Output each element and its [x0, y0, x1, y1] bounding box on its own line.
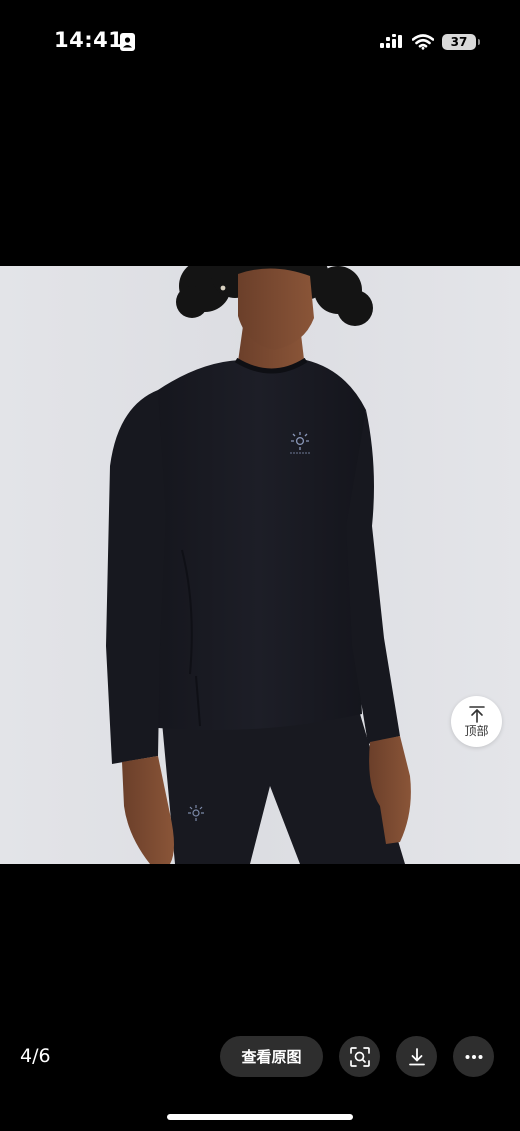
- image-search-icon: [349, 1046, 370, 1067]
- page-counter: 4/6: [20, 1045, 51, 1067]
- product-photo[interactable]: [0, 266, 520, 864]
- person-card-icon: [120, 33, 135, 51]
- download-button[interactable]: [396, 1036, 437, 1077]
- arrow-up-to-top-icon: [468, 706, 485, 723]
- download-icon: [408, 1047, 425, 1065]
- wifi-icon: [412, 34, 434, 50]
- status-bar: 14:41 37: [0, 0, 520, 84]
- product-photo-illustration: [106, 266, 411, 864]
- battery-indicator: 37: [442, 34, 480, 50]
- cellular-signal-icon: [380, 34, 402, 48]
- status-indicators: 37: [380, 30, 480, 54]
- more-dots-icon: [465, 1054, 482, 1059]
- home-indicator[interactable]: [167, 1114, 353, 1120]
- battery-tip: [478, 39, 480, 45]
- view-original-button[interactable]: 查看原图: [220, 1036, 323, 1077]
- back-to-top-button[interactable]: 顶部: [451, 696, 502, 747]
- battery-level: 37: [450, 35, 468, 49]
- status-time: 14:41: [54, 28, 124, 52]
- back-to-top-label: 顶部: [464, 724, 489, 738]
- more-options-button[interactable]: [453, 1036, 494, 1077]
- image-search-button[interactable]: [339, 1036, 380, 1077]
